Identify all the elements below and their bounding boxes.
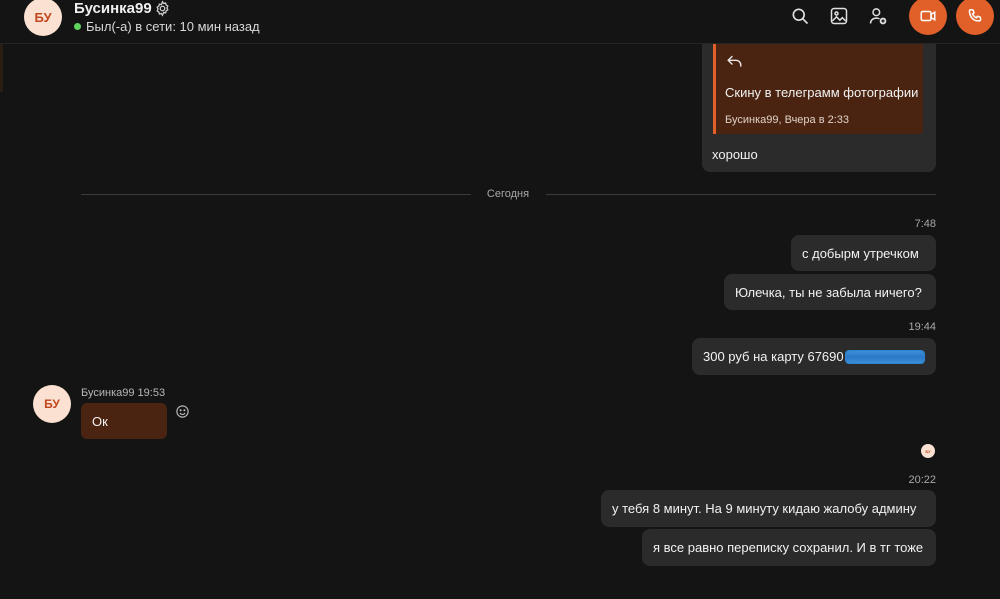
message-text: 300 руб на карту 6769 [703,349,837,364]
message-text: Ок [92,413,108,429]
online-indicator [74,23,81,30]
video-call-button[interactable] [909,0,947,35]
message-bubble[interactable]: у тебя 8 минут. На 9 минуту кидаю жалобу… [601,490,936,527]
message-text: с добырм утречком [802,245,919,261]
phone-call-icon [968,8,982,22]
reply-message[interactable]: Скину в телеграмм фотографии Бусинка99, … [702,44,936,172]
message-time: 19:44 [908,321,936,333]
contact-avatar[interactable]: БУ [24,0,62,36]
sender-meta: Бусинка99 19:53 [81,387,166,399]
read-receipt-avatar: БУ [921,444,935,458]
reply-arrow-icon [727,55,742,67]
message-text: Юлечка, ты не забыла ничего? [735,284,922,300]
message-time: 20:22 [908,474,936,486]
presence-status: Был(-а) в сети: 10 мин назад [74,19,260,34]
quoted-message-block[interactable]: Скину в телеграмм фотографии Бусинка99, … [713,44,923,134]
message-bubble[interactable]: я все равно переписку сохранил. И в тг т… [642,529,936,566]
divider-line-right [546,194,936,195]
message-bubble[interactable]: Юлечка, ты не забыла ничего? [724,274,936,310]
search-icon[interactable] [790,6,810,26]
gear-icon[interactable] [154,0,171,17]
emoji-reaction-icon[interactable] [175,404,190,419]
date-divider: Сегодня [486,188,530,200]
phone-call-button[interactable] [956,0,994,35]
add-person-icon[interactable] [868,6,888,26]
quoted-text: Скину в телеграмм фотографии [725,85,919,100]
sender-avatar[interactable]: БУ [33,385,71,423]
message-bubble[interactable]: с добырм утречком [791,235,936,271]
card-number-digit: 0 [836,349,844,364]
status-text: Был(-а) в сети: 10 мин назад [86,19,260,34]
contact-name[interactable]: Бусинка99 [74,0,152,17]
divider-line-left [81,194,471,195]
video-call-icon [920,10,936,22]
gallery-icon[interactable] [829,6,849,26]
message-bubble[interactable]: 300 руб на карту 6769 0 [692,338,936,375]
message-time: 7:48 [914,218,936,230]
reply-text: хорошо [712,147,758,162]
incoming-message-bubble[interactable]: Ок [81,403,167,439]
redaction-scribble [845,350,924,363]
chat-header: БУ Бусинка99 Был(-а) в сети: 10 мин наза… [0,0,1000,44]
message-text: у тебя 8 минут. На 9 минуту кидаю жалобу… [612,501,917,516]
message-text: я все равно переписку сохранил. И в тг т… [653,540,924,555]
quoted-meta: Бусинка99, Вчера в 2:33 [725,114,850,126]
